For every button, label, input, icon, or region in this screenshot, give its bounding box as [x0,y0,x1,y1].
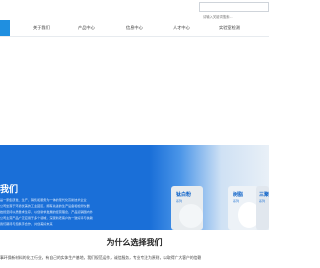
intro-text: 是一家集研发、生产、销售和服务为一体的现代化高新技术企业 公司坐落于环境优美的工… [0,197,150,227]
intro-title: 我们 [0,185,19,195]
product-card-titanium[interactable]: 钛白粉 系列 [171,186,203,230]
nav-item-news[interactable]: 信息中心 [126,25,143,31]
product-card-label: 钛白粉 [176,192,192,198]
nav-item-talent[interactable]: 人才中心 [173,25,190,31]
product-card-label: 树脂 [233,192,244,198]
search-box[interactable] [199,2,269,21]
why-choose-us-text: 事环保新材料的化工行业，有自己的实体生产基地，我们规范运作，诚信服务，专业专注为… [0,255,202,260]
product-image [179,204,203,228]
main-nav: 关于我们 产品中心 信息中心 人才中心 实验室检测 [0,20,269,37]
product-card-resin[interactable]: 树脂 系列 [228,186,258,230]
why-choose-us-title: 为什么选择我们 [106,238,163,247]
nav-divider [0,36,269,37]
product-card-sub: 系列 [233,199,240,203]
nav-item-products[interactable]: 产品中心 [78,25,95,31]
product-card-melamine[interactable]: 三聚 系列 [256,186,269,230]
nav-item-about[interactable]: 关于我们 [33,25,50,31]
product-card-label: 三聚 [259,192,269,198]
product-card-sub: 系列 [259,199,266,203]
intro-line: 我们期待与您携手合作，共创美好未来 [0,222,53,226]
product-card-sub: 系列 [176,199,183,203]
product-image [238,202,258,228]
nav-home-tab[interactable] [0,20,10,37]
nav-item-lab[interactable]: 实验室检测 [219,25,240,31]
